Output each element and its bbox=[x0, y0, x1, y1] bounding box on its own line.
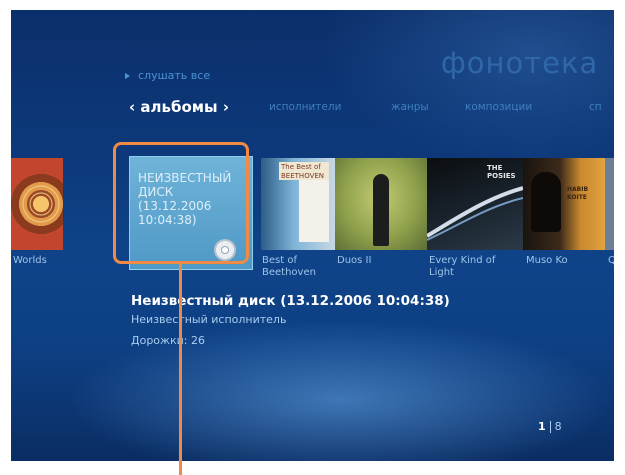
cover-label: HABIB KOITE bbox=[567, 186, 589, 201]
pager-current: 1 bbox=[538, 420, 546, 433]
album-caption: Muso Ko bbox=[526, 255, 568, 266]
portrait-art bbox=[531, 172, 561, 232]
selection-highlight-frame bbox=[113, 142, 249, 264]
cover-label: The Best of BEETHOVEN bbox=[279, 162, 329, 180]
pager-divider bbox=[549, 421, 551, 433]
flower-art-icon bbox=[22, 185, 60, 223]
album-caption: Best of Beethoven bbox=[262, 255, 316, 278]
tab-genres[interactable]: жанры bbox=[391, 101, 429, 113]
album-caption: Q bbox=[608, 255, 614, 266]
album-track-count: Дорожки: 26 bbox=[131, 334, 205, 347]
album-cover[interactable] bbox=[335, 158, 427, 250]
pager-total: 8 bbox=[554, 420, 562, 433]
album-cover[interactable] bbox=[605, 158, 614, 250]
album-caption: Every Kind of Light bbox=[429, 255, 496, 278]
callout-line bbox=[179, 264, 182, 475]
section-title: фонотека bbox=[441, 46, 599, 80]
play-bullet-icon bbox=[125, 73, 130, 79]
pager: 18 bbox=[538, 420, 562, 433]
album-caption: Worlds bbox=[13, 255, 47, 266]
album-cover[interactable]: HABIB KOITE bbox=[523, 158, 605, 250]
album-cover[interactable]: THE POSIES bbox=[427, 158, 523, 250]
cover-label: THE POSIES bbox=[487, 164, 516, 180]
media-center-screen: фонотека слушать все ‹ альбомы › исполни… bbox=[11, 10, 614, 461]
play-all-link[interactable]: слушать все bbox=[125, 69, 210, 82]
play-all-label: слушать все bbox=[138, 69, 211, 82]
tab-more[interactable]: сп bbox=[589, 101, 602, 113]
figure-art bbox=[373, 174, 389, 246]
tab-artists[interactable]: исполнители bbox=[269, 101, 341, 113]
album-cover[interactable]: The Best of BEETHOVEN bbox=[261, 158, 335, 250]
tab-albums[interactable]: ‹ альбомы › bbox=[129, 98, 229, 116]
album-cover[interactable] bbox=[11, 158, 63, 250]
album-artist: Неизвестный исполнитель bbox=[131, 313, 287, 326]
tab-songs[interactable]: композиции bbox=[465, 101, 532, 113]
album-caption: Duos II bbox=[337, 255, 372, 266]
portrait-art bbox=[299, 180, 329, 242]
